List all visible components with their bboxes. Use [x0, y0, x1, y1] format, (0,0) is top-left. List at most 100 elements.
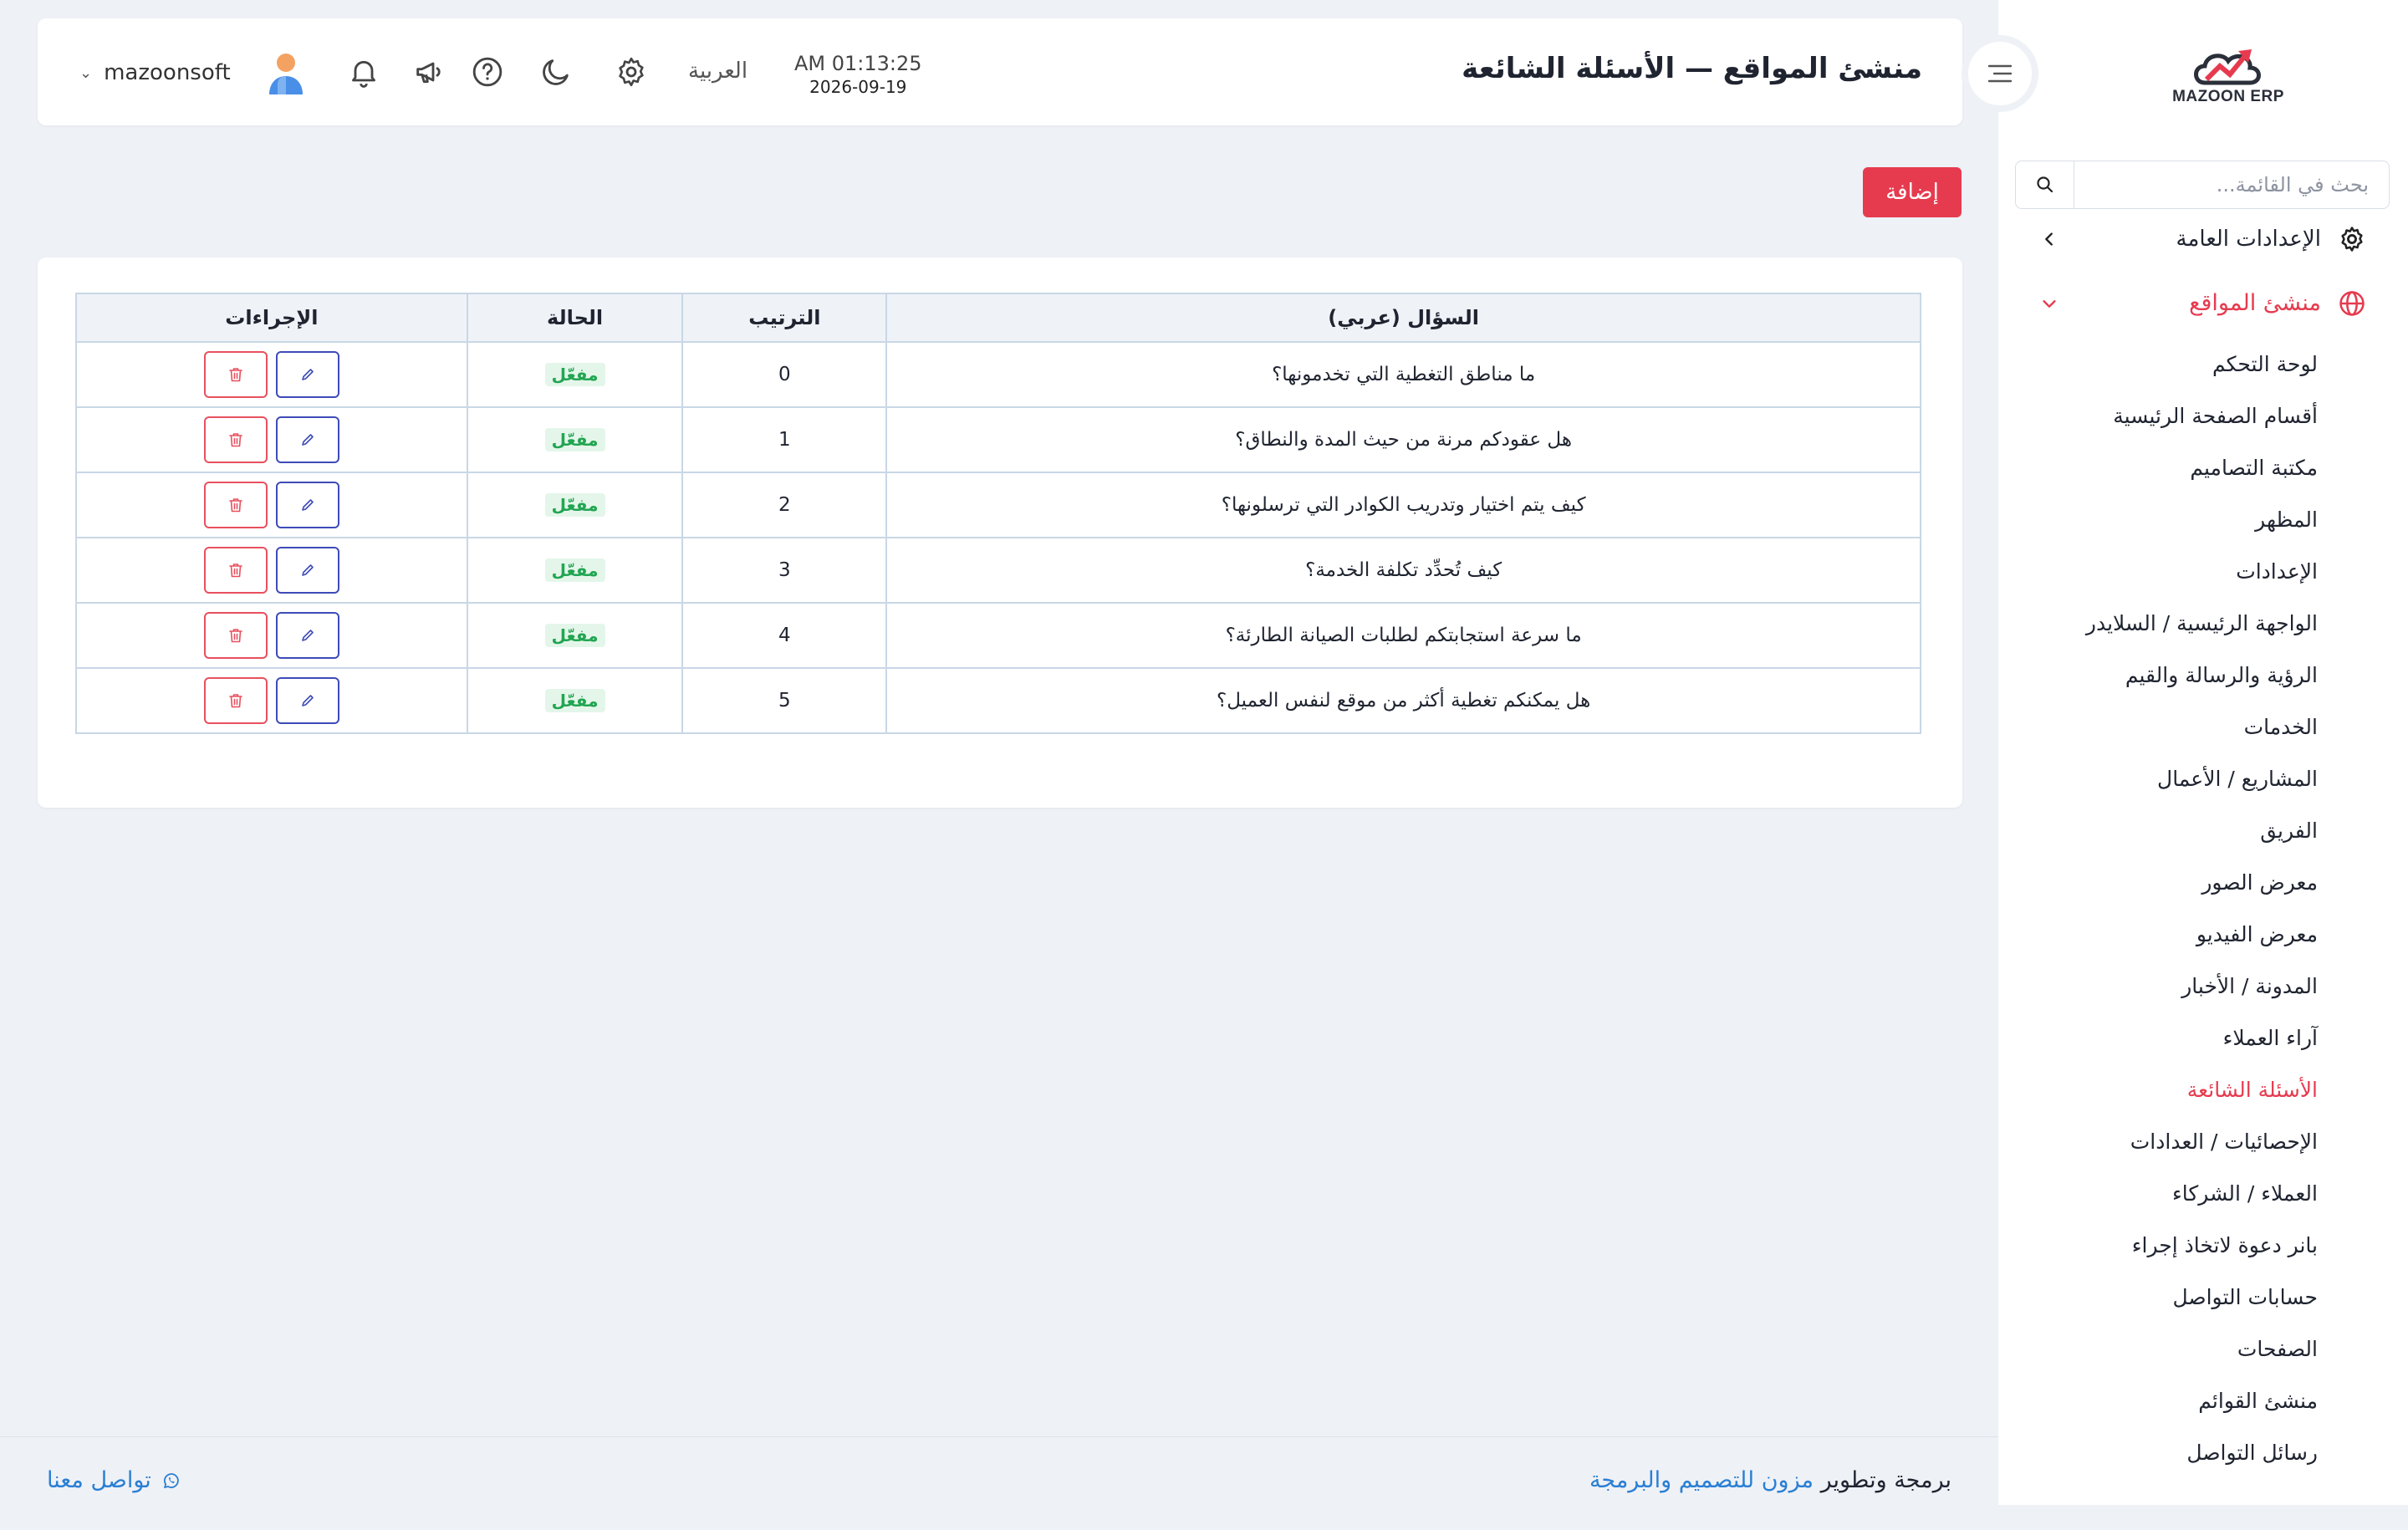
delete-button[interactable] — [203, 351, 268, 398]
top-header: منشئ المواقع — الأسئلة الشائعة AM 01:13:… — [38, 18, 1962, 125]
notifications-button[interactable] — [344, 52, 384, 92]
search-icon — [2036, 176, 2053, 193]
cell-order: 5 — [681, 667, 888, 734]
edit-button[interactable] — [275, 351, 339, 398]
sidebar-search — [2015, 161, 2390, 209]
trash-icon — [229, 498, 242, 513]
cell-order: 0 — [681, 341, 888, 408]
sidebar-item-appearance[interactable]: المظهر — [1998, 493, 2408, 545]
trash-icon — [229, 433, 242, 447]
cell-actions — [75, 341, 468, 408]
sidebar-item-general-settings[interactable]: الإعدادات العامة — [1998, 216, 2408, 262]
cell-status: مفعّل — [466, 341, 684, 408]
contact-us-label: تواصل معنا — [47, 1467, 151, 1493]
cell-question: ما سرعة استجابتكم لطلبات الصيانة الطارئة… — [885, 602, 1921, 669]
delete-button[interactable] — [203, 482, 268, 528]
avatar — [268, 54, 303, 94]
settings-button[interactable] — [611, 52, 651, 92]
sidebar-item-menu-builder[interactable]: منشئ القوائم — [1998, 1374, 2408, 1426]
sidebar-logo-area: MAZOON ERP — [1998, 0, 2408, 146]
app-logo[interactable]: MAZOON ERP — [2172, 41, 2284, 106]
sidebar-item-clients[interactable]: العملاء / الشركاء — [1998, 1167, 2408, 1219]
sidebar-item-services[interactable]: الخدمات — [1998, 701, 2408, 752]
cell-status: مفعّل — [466, 667, 684, 734]
sidebar-search-input[interactable] — [2074, 161, 2389, 208]
edit-button[interactable] — [275, 677, 339, 724]
column-header-actions: الإجراءات — [75, 293, 468, 343]
language-switcher[interactable]: العربية — [688, 59, 747, 84]
sidebar-toggle-button[interactable] — [1962, 35, 2038, 112]
column-header-question[interactable]: السؤال (عربي) — [885, 293, 1921, 343]
globe-icon — [2339, 290, 2365, 316]
cell-actions — [75, 537, 468, 604]
contact-us-link[interactable]: تواصل معنا — [47, 1467, 181, 1493]
status-badge: مفعّل — [544, 689, 605, 712]
footer-credit: برمجة وتطوير مزون للتصميم والبرمجة — [1589, 1467, 1951, 1493]
dark-mode-toggle[interactable] — [536, 52, 576, 92]
column-header-status[interactable]: الحالة — [466, 293, 684, 343]
sidebar-item-projects[interactable]: المشاريع / الأعمال — [1998, 752, 2408, 804]
sidebar-item-settings[interactable]: الإعدادات — [1998, 545, 2408, 597]
column-header-order[interactable]: الترتيب — [681, 293, 888, 343]
cell-question: ما مناطق التغطية التي تخدمونها؟ — [885, 341, 1921, 408]
sidebar-item-label: الإعدادات العامة — [2176, 226, 2321, 252]
help-button[interactable] — [467, 52, 508, 92]
sidebar-item-blog[interactable]: المدونة / الأخبار — [1998, 960, 2408, 1012]
cell-order: 2 — [681, 472, 888, 538]
announcements-button[interactable] — [409, 52, 449, 92]
sidebar-item-social-accounts[interactable]: حسابات التواصل — [1998, 1271, 2408, 1323]
search-button[interactable] — [2016, 161, 2074, 208]
clock-time: AM 01:13:25 — [794, 52, 922, 75]
edit-button[interactable] — [275, 547, 339, 594]
sidebar-item-pages[interactable]: الصفحات — [1998, 1323, 2408, 1374]
table-row: كيف يتم اختيار وتدريب الكوادر التي ترسلو… — [75, 472, 1921, 538]
table-header-row: السؤال (عربي) الترتيب الحالة الإجراءات — [75, 293, 1921, 343]
sidebar-item-home-sections[interactable]: أقسام الصفحة الرئيسية — [1998, 390, 2408, 441]
whatsapp-icon — [163, 1472, 179, 1488]
delete-button[interactable] — [203, 677, 268, 724]
sidebar-item-contact-messages[interactable]: رسائل التواصل — [1998, 1426, 2408, 1478]
cell-order: 3 — [681, 537, 888, 604]
sidebar-item-photo-gallery[interactable]: معرض الصور — [1998, 856, 2408, 908]
trash-icon — [229, 368, 242, 382]
status-badge: مفعّل — [544, 558, 605, 582]
cell-status: مفعّل — [466, 602, 684, 669]
gear-icon — [619, 57, 644, 87]
sidebar-item-testimonials[interactable]: آراء العملاء — [1998, 1012, 2408, 1063]
chevron-down-icon: ⌄ — [79, 64, 93, 82]
sidebar-item-faq[interactable]: الأسئلة الشائعة — [1998, 1063, 2408, 1115]
table-row: كيف تُحدِّد تكلفة الخدمة؟ 3 مفعّل — [75, 537, 1921, 604]
username: mazoonsoft — [104, 60, 231, 85]
credit-prefix: برمجة وتطوير — [1820, 1467, 1951, 1493]
bell-icon — [352, 60, 375, 88]
delete-button[interactable] — [203, 416, 268, 463]
delete-button[interactable] — [203, 612, 268, 659]
credit-link[interactable]: مزون للتصميم والبرمجة — [1589, 1467, 1814, 1493]
table-row: هل يمكنكم تغطية أكثر من موقع لنفس العميل… — [75, 667, 1921, 734]
sidebar-item-team[interactable]: الفريق — [1998, 804, 2408, 856]
sidebar-group-site-builder[interactable]: منشئ المواقع — [1998, 280, 2408, 326]
sidebar-item-video-gallery[interactable]: معرض الفيديو — [1998, 908, 2408, 960]
add-button[interactable]: إضافة — [1863, 167, 1962, 217]
sidebar-item-design-library[interactable]: مكتبة التصاميم — [1998, 441, 2408, 493]
cell-status: مفعّل — [466, 406, 684, 473]
cell-actions — [75, 472, 468, 538]
user-menu[interactable]: ⌄ mazoonsoft — [79, 52, 306, 94]
sidebar-item-dashboard[interactable]: لوحة التحكم — [1998, 338, 2408, 390]
cell-actions — [75, 406, 468, 473]
edit-button[interactable] — [275, 482, 339, 528]
sidebar-item-hero-slider[interactable]: الواجهة الرئيسية / السلايدر — [1998, 597, 2408, 649]
edit-button[interactable] — [275, 416, 339, 463]
pencil-icon — [302, 564, 314, 576]
pencil-icon — [302, 630, 314, 641]
cell-question: هل يمكنكم تغطية أكثر من موقع لنفس العميل… — [885, 667, 1921, 734]
pencil-icon — [302, 695, 314, 706]
sidebar-item-vision-mission[interactable]: الرؤية والرسالة والقيم — [1998, 649, 2408, 701]
page-title: منشئ المواقع — الأسئلة الشائعة — [1462, 52, 1922, 85]
sidebar-item-cta-banner[interactable]: بانر دعوة لاتخاذ إجراء — [1998, 1219, 2408, 1271]
delete-button[interactable] — [203, 547, 268, 594]
edit-button[interactable] — [275, 612, 339, 659]
table-row: هل عقودكم مرنة من حيث المدة والنطاق؟ 1 م… — [75, 406, 1921, 473]
table-row: ما سرعة استجابتكم لطلبات الصيانة الطارئة… — [75, 602, 1921, 669]
sidebar-item-statistics[interactable]: الإحصائيات / العدادات — [1998, 1115, 2408, 1167]
